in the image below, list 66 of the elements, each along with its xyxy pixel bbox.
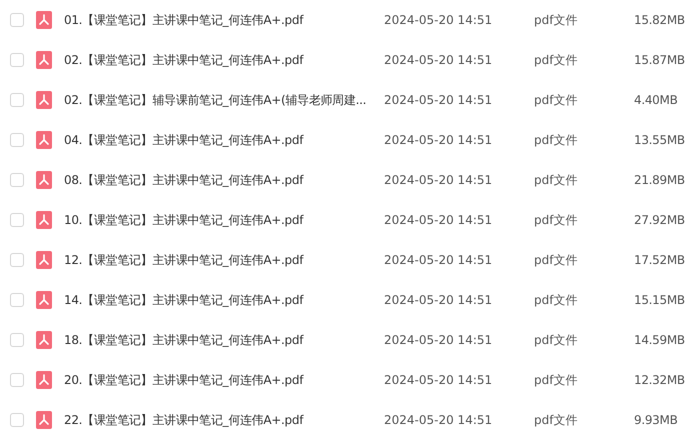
file-name[interactable]: 02.【课堂笔记】辅导课前笔记_何连伟A+(辅导老师周建... — [64, 92, 384, 108]
file-date: 2024-05-20 14:51 — [384, 373, 494, 387]
file-type: pdf文件 — [534, 332, 578, 348]
file-name[interactable]: 08.【课堂笔记】主讲课中笔记_何连伟A+.pdf — [64, 172, 384, 188]
file-size: 15.15MB — [634, 293, 685, 307]
file-date: 2024-05-20 14:51 — [384, 53, 494, 67]
pdf-file-icon — [36, 131, 52, 149]
file-name[interactable]: 20.【课堂笔记】主讲课中笔记_何连伟A+.pdf — [64, 372, 384, 388]
file-size: 13.55MB — [634, 133, 685, 147]
file-type: pdf文件 — [534, 12, 578, 28]
file-size: 27.92MB — [634, 213, 685, 227]
pdf-file-icon — [36, 291, 52, 309]
file-size: 17.52MB — [634, 253, 685, 267]
file-type: pdf文件 — [534, 252, 578, 268]
file-type: pdf文件 — [534, 172, 578, 188]
file-size: 15.87MB — [634, 53, 685, 67]
pdf-file-icon — [36, 51, 52, 69]
file-date: 2024-05-20 14:51 — [384, 133, 494, 147]
file-date: 2024-05-20 14:51 — [384, 93, 494, 107]
checkbox[interactable] — [10, 213, 24, 227]
file-date: 2024-05-20 14:51 — [384, 413, 494, 427]
file-name[interactable]: 01.【课堂笔记】主讲课中笔记_何连伟A+.pdf — [64, 12, 384, 28]
pdf-file-icon — [36, 211, 52, 229]
pdf-file-icon — [36, 371, 52, 389]
checkbox[interactable] — [10, 333, 24, 347]
checkbox[interactable] — [10, 53, 24, 67]
file-type: pdf文件 — [534, 412, 578, 428]
file-date: 2024-05-20 14:51 — [384, 333, 494, 347]
file-date: 2024-05-20 14:51 — [384, 293, 494, 307]
file-type: pdf文件 — [534, 92, 578, 108]
checkbox[interactable] — [10, 253, 24, 267]
pdf-file-icon — [36, 251, 52, 269]
file-name[interactable]: 04.【课堂笔记】主讲课中笔记_何连伟A+.pdf — [64, 132, 384, 148]
file-type: pdf文件 — [534, 372, 578, 388]
checkbox[interactable] — [10, 413, 24, 427]
pdf-file-icon — [36, 331, 52, 349]
file-size: 9.93MB — [634, 413, 678, 427]
pdf-file-icon — [36, 411, 52, 429]
checkbox[interactable] — [10, 293, 24, 307]
checkbox[interactable] — [10, 93, 24, 107]
file-size: 15.82MB — [634, 13, 685, 27]
file-date: 2024-05-20 14:51 — [384, 213, 494, 227]
file-date: 2024-05-20 14:51 — [384, 253, 494, 267]
file-size: 4.40MB — [634, 93, 678, 107]
pdf-file-icon — [36, 171, 52, 189]
file-date: 2024-05-20 14:51 — [384, 173, 494, 187]
file-type: pdf文件 — [534, 52, 578, 68]
file-type: pdf文件 — [534, 212, 578, 228]
file-size: 12.32MB — [634, 373, 685, 387]
file-name[interactable]: 12.【课堂笔记】主讲课中笔记_何连伟A+.pdf — [64, 252, 384, 268]
file-size: 14.59MB — [634, 333, 685, 347]
pdf-file-icon — [36, 11, 52, 29]
file-name[interactable]: 02.【课堂笔记】主讲课中笔记_何连伟A+.pdf — [64, 52, 384, 68]
file-type: pdf文件 — [534, 132, 578, 148]
checkbox[interactable] — [10, 133, 24, 147]
file-date: 2024-05-20 14:51 — [384, 13, 494, 27]
file-type: pdf文件 — [534, 292, 578, 308]
checkbox[interactable] — [10, 13, 24, 27]
file-name[interactable]: 22.【课堂笔记】主讲课中笔记_何连伟A+.pdf — [64, 412, 384, 428]
file-name[interactable]: 10.【课堂笔记】主讲课中笔记_何连伟A+.pdf — [64, 212, 384, 228]
checkbox[interactable] — [10, 173, 24, 187]
file-size: 21.89MB — [634, 173, 685, 187]
checkbox[interactable] — [10, 373, 24, 387]
pdf-file-icon — [36, 91, 52, 109]
file-name[interactable]: 14.【课堂笔记】主讲课中笔记_何连伟A+.pdf — [64, 292, 384, 308]
file-name[interactable]: 18.【课堂笔记】主讲课中笔记_何连伟A+.pdf — [64, 332, 384, 348]
